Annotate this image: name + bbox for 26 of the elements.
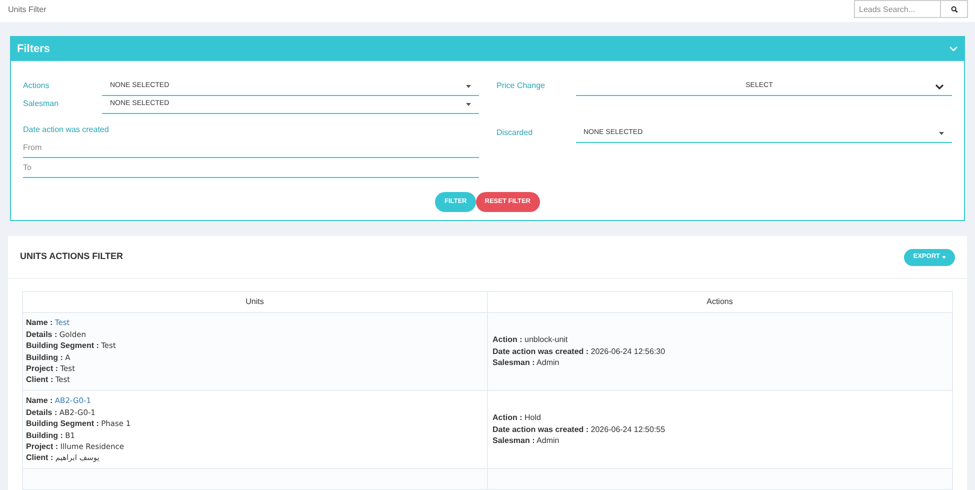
action-detail: Action : unblock-unit bbox=[492, 334, 569, 346]
search-icon bbox=[950, 6, 958, 12]
action-detail: Date action was created : 2026-06-24 12:56:30 bbox=[492, 346, 666, 358]
action-detail: Salesman : Admin bbox=[492, 357, 560, 369]
caret-icon bbox=[942, 256, 946, 258]
caret-icon bbox=[939, 132, 944, 135]
filter-label: Actions bbox=[23, 80, 50, 92]
search-button[interactable] bbox=[941, 0, 968, 18]
caret-icon bbox=[466, 85, 470, 88]
action-detail: Action : Hold bbox=[492, 412, 542, 424]
panel-title: Filters bbox=[17, 42, 50, 57]
date-from-field[interactable]: From bbox=[23, 138, 478, 158]
filter-label: Salesman bbox=[23, 98, 60, 110]
page-title: Units Filter bbox=[8, 4, 46, 16]
action-detail: Salesman : Admin bbox=[492, 435, 560, 447]
search-field[interactable]: Leads Search... bbox=[854, 0, 941, 18]
filter-label: Discarded bbox=[496, 127, 534, 139]
filter-label: Price Change bbox=[496, 80, 546, 92]
caret-icon bbox=[466, 103, 470, 106]
chevron-down-icon bbox=[935, 84, 944, 90]
filter-label: Date action was created bbox=[23, 124, 110, 136]
date-to-field[interactable]: To bbox=[23, 158, 478, 178]
column-header: Actions bbox=[706, 296, 734, 308]
card-title: UNITS ACTIONS FILTER bbox=[20, 250, 123, 264]
column-header: Units bbox=[23, 292, 488, 312]
action-detail: Date action was created : 2026-06-24 12:50:55 bbox=[492, 424, 666, 436]
